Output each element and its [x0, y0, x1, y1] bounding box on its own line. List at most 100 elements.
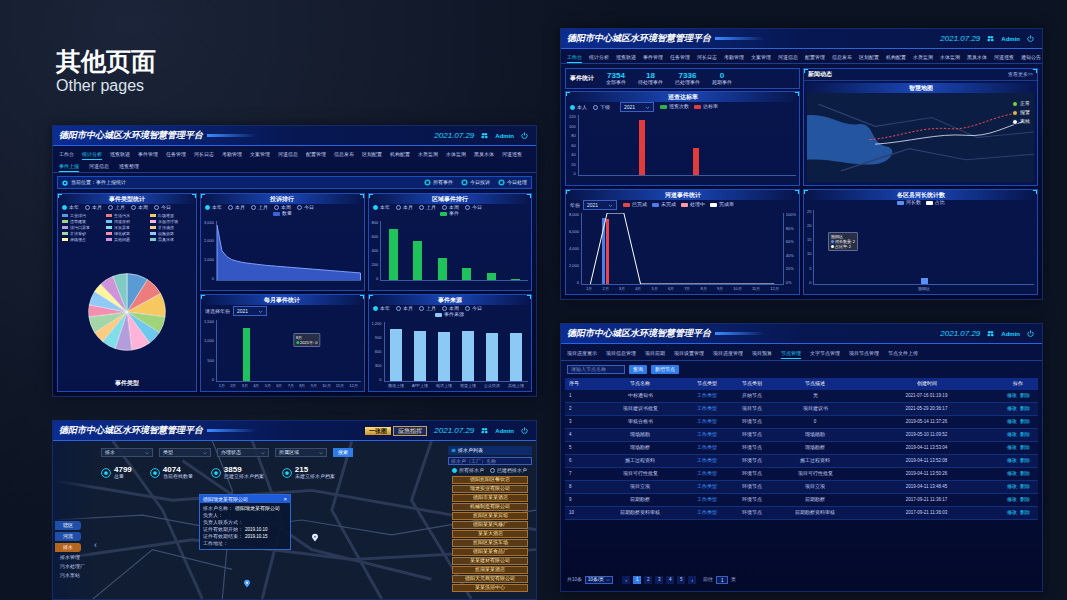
row-action-link[interactable]: 修改 [1007, 393, 1017, 400]
table-row[interactable]: 5现场勘察工作类型环境节点现场勘察2019-04-11 13:53:04修改删除 [565, 442, 1038, 455]
select-box[interactable]: 2021 [620, 102, 654, 112]
row-action-link[interactable]: 修改 [1007, 510, 1017, 517]
nav-tab[interactable]: 水质监测 [418, 149, 438, 160]
power-icon[interactable] [521, 427, 528, 434]
list-item[interactable]: 德阳市某某酒店 [452, 494, 528, 502]
map-pin-icon[interactable] [311, 533, 319, 543]
radio-circle[interactable] [297, 205, 302, 210]
user-name[interactable]: Admin [495, 428, 514, 434]
radio-option[interactable]: 上月 [419, 205, 436, 210]
nav-tab[interactable]: 区划配置 [859, 52, 879, 63]
radio-circle[interactable] [442, 205, 447, 210]
nav-tab[interactable]: 工作台 [567, 52, 582, 63]
nav-tab[interactable]: 水体监测 [940, 52, 960, 63]
select-box[interactable]: 2021 [233, 306, 267, 316]
nav-tab[interactable]: 事件上报 [59, 161, 79, 172]
nav-tab[interactable]: 工作台 [59, 149, 74, 160]
user-name[interactable]: Admin [1001, 331, 1020, 337]
table-row[interactable]: 1中标通知书工作类型开始节点无2021-07-16 01:19:19修改删除 [565, 390, 1038, 403]
nav-tab[interactable]: 文案管理 [250, 149, 270, 160]
nav-tab[interactable]: 河道信息 [89, 161, 109, 172]
page-button[interactable]: 3 [655, 576, 663, 584]
nav-tab[interactable]: 文案管理 [751, 52, 771, 63]
page-button[interactable]: 1 [633, 576, 641, 584]
list-item[interactable]: 德阳旌阳区餐饮店 [452, 476, 528, 484]
page-input[interactable]: 1 [716, 576, 728, 584]
nav-tab[interactable]: 事件管理 [138, 149, 158, 160]
nav-tab[interactable]: 河道巡查 [502, 149, 522, 160]
radio-circle[interactable] [442, 306, 447, 311]
nav-tab[interactable]: 机构配置 [886, 52, 906, 63]
nav-tab[interactable]: 信息发布 [832, 52, 852, 63]
radio-circle[interactable] [108, 205, 113, 210]
quick-action[interactable]: 今日处理 [498, 179, 527, 186]
radio-option[interactable]: 本周 [442, 306, 459, 311]
filter-select[interactable]: 排水 [101, 448, 153, 457]
sidebar-subitem[interactable]: 排水管理 [55, 554, 93, 561]
nav-tab[interactable]: 河道巡查 [994, 52, 1014, 63]
nav-tab[interactable]: 项目进度管理 [713, 348, 743, 359]
radio-circle[interactable] [85, 205, 90, 210]
row-action-link[interactable]: 修改 [1007, 471, 1017, 478]
row-action-link[interactable]: 删除 [1020, 497, 1030, 504]
nav-tab[interactable]: 河道信息 [778, 52, 798, 63]
radio-option[interactable]: 本年 [205, 205, 222, 210]
close-button[interactable]: × [283, 495, 287, 503]
user-name[interactable]: Admin [1001, 36, 1020, 42]
more-link[interactable]: 查看更多>> [1008, 70, 1033, 79]
radio-option[interactable]: 今日 [465, 306, 482, 311]
nav-tab[interactable]: 河长日志 [194, 149, 214, 160]
nav-tab[interactable]: 黑臭水体 [967, 52, 987, 63]
radio-circle[interactable] [228, 205, 233, 210]
list-item[interactable]: 德阳天元商贸有限公司 [452, 575, 528, 583]
row-action-link[interactable]: 修改 [1007, 432, 1017, 439]
row-action-link[interactable]: 修改 [1007, 484, 1017, 491]
nav-tab[interactable]: 通知公告 [1021, 52, 1041, 63]
list-item[interactable]: 旌阳区某洗车场 [452, 539, 528, 547]
nav-tab[interactable]: 事件管理 [643, 52, 663, 63]
nav-tab[interactable]: 任务管理 [670, 52, 690, 63]
radio-option[interactable]: 已建档排水户 [490, 468, 527, 473]
radio-circle[interactable] [419, 306, 424, 311]
quick-action[interactable]: 所有事件 [424, 179, 453, 186]
nav-tab[interactable]: 机构配置 [390, 149, 410, 160]
radio-option[interactable]: 本月 [396, 205, 413, 210]
nav-tab[interactable]: 项目信息管理 [606, 348, 636, 359]
list-item[interactable]: 德阳某某食品厂 [452, 548, 528, 556]
list-item[interactable]: 德阳某某汽修厂 [452, 521, 528, 529]
nav-tab[interactable]: 节点文件上传 [888, 348, 918, 359]
nav-tab[interactable]: 节点管理 [781, 348, 801, 359]
user-name[interactable]: Admin [495, 133, 514, 139]
radio-option[interactable]: 本周 [131, 205, 148, 210]
radio-option[interactable]: 本年 [373, 205, 390, 210]
list-item[interactable]: 某某建材有限公司 [452, 557, 528, 565]
radio-circle[interactable] [62, 205, 67, 210]
smart-map[interactable]: 正常报警离线 [807, 93, 1034, 182]
nav-tab[interactable]: 巡查整理 [119, 161, 139, 172]
radio-option[interactable]: 今日 [154, 205, 171, 210]
nav-tab[interactable]: 信息发布 [334, 149, 354, 160]
nav-tab[interactable]: 项目设置管理 [674, 348, 704, 359]
table-row[interactable]: 4现场踏勘工作类型环境节点现场踏勘2019-05-10 11:09:52修改删除 [565, 429, 1038, 442]
table-row[interactable]: 7项目可行性批复工作类型环境节点项目可行性批复2019-04-11 13:50:… [565, 468, 1038, 481]
nav-tab[interactable]: 文字节点管理 [810, 348, 840, 359]
list-item[interactable]: 某某大酒店 [452, 530, 528, 538]
search-button[interactable]: 新增节点 [651, 365, 679, 374]
row-action-link[interactable]: 删除 [1020, 510, 1030, 517]
select-box[interactable]: 2021 [583, 200, 617, 210]
nav-tab[interactable]: 项目预算 [752, 348, 772, 359]
table-row[interactable]: 8项目立项工作类型环境节点项目立项2019-04-11 13:48:45修改删除 [565, 481, 1038, 494]
nav-tab[interactable]: 考勤管理 [222, 149, 242, 160]
map-pin-icon[interactable] [243, 579, 251, 589]
nav-tab[interactable]: 配置管理 [306, 149, 326, 160]
row-action-link[interactable]: 删除 [1020, 393, 1030, 400]
nav-tab[interactable]: 黑臭水体 [474, 149, 494, 160]
quick-action[interactable]: 今日投诉 [461, 179, 490, 186]
prev-page-button[interactable]: ‹ [622, 576, 630, 584]
filter-select[interactable]: 所属区域 [275, 448, 327, 457]
radio-option[interactable]: 上月 [251, 205, 268, 210]
row-action-link[interactable]: 删除 [1020, 406, 1030, 413]
nav-tab[interactable]: 项目前期 [645, 348, 665, 359]
map-view[interactable]: 辖区河流排水排水管理污水处理厂污水泵站‹排水类型办理状态所属区域搜索4799总量… [53, 441, 536, 599]
radio-option[interactable]: 本月 [396, 306, 413, 311]
